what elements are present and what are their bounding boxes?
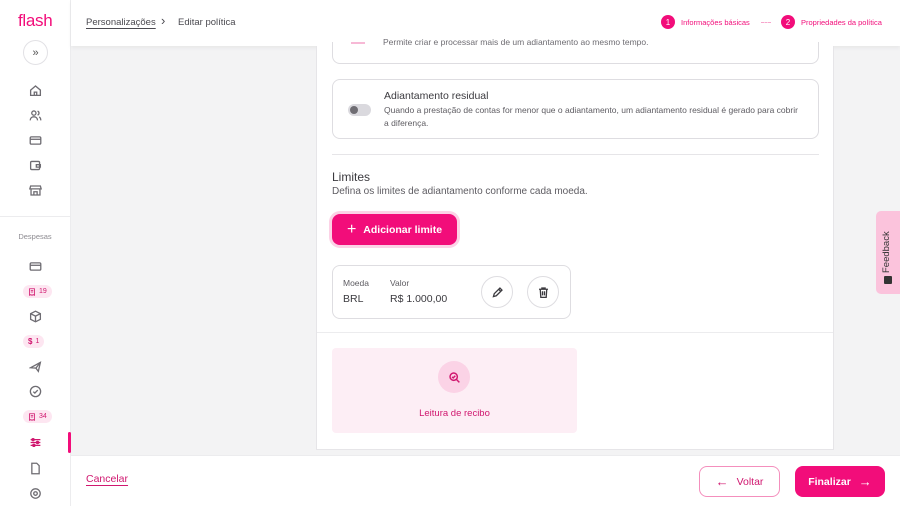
receipt-reading-label: Leitura de recibo (419, 408, 490, 419)
step-2-label: Propriedades da política (801, 17, 882, 27)
finish-button[interactable]: Finalizar → (795, 466, 885, 497)
feedback-tab[interactable]: Feedback (876, 211, 900, 294)
expenses-count: 19 (39, 288, 47, 295)
residual-advance-title: Adiantamento residual (384, 90, 489, 102)
step-1[interactable]: 1 Informações básicas (661, 15, 750, 29)
multiple-advances-option: Permite criar e processar mais de um adi… (332, 37, 819, 64)
back-button[interactable]: ← Voltar (699, 466, 780, 497)
receipt-reading-card[interactable]: Leitura de recibo (332, 348, 577, 433)
add-limit-label: Adicionar limite (363, 223, 443, 236)
step-2-number: 2 (781, 15, 795, 29)
sidebar-divider (0, 216, 70, 217)
reports-badge[interactable]: 34 (23, 410, 52, 423)
chevron-right-icon: › (161, 13, 166, 28)
pencil-icon (491, 286, 503, 298)
breadcrumb-current: Editar política (178, 17, 236, 28)
sidebar-section-label: Despesas (18, 232, 52, 241)
residual-advance-toggle[interactable] (348, 104, 371, 116)
card-icon[interactable] (29, 260, 42, 273)
toggle-partial[interactable] (351, 42, 365, 44)
value-label: Valor (390, 278, 410, 288)
policy-properties-card: Permite criar e processar mais de um adi… (316, 37, 834, 450)
feedback-icon (884, 276, 892, 284)
advances-badge[interactable]: $ 1 (23, 335, 45, 348)
step-1-label: Informações básicas (681, 17, 750, 27)
store-icon[interactable] (29, 184, 42, 197)
limit-item: Moeda BRL Valor R$ 1.000,00 (332, 265, 571, 319)
plus-icon: + (346, 220, 357, 238)
section-divider (332, 154, 819, 155)
flash-logo[interactable]: flash (18, 11, 53, 31)
finish-label: Finalizar (808, 475, 851, 488)
expenses-badge[interactable]: 19 (23, 285, 52, 298)
cancel-link[interactable]: Cancelar (86, 473, 128, 485)
residual-advance-option: Adiantamento residual Quando a prestação… (332, 79, 819, 139)
edit-limit-button[interactable] (481, 276, 513, 308)
add-limit-button[interactable]: + Adicionar limite (332, 214, 457, 245)
currency-value: BRL (343, 293, 364, 305)
plane-icon[interactable] (29, 360, 42, 373)
sliders-icon[interactable] (29, 436, 42, 449)
back-label: Voltar (736, 475, 764, 488)
credit-card-icon[interactable] (29, 134, 42, 147)
arrow-left-icon: ← (715, 474, 729, 489)
sidebar: flash » Despesas 19 $ 1 34 (0, 0, 71, 506)
trash-icon (538, 286, 548, 298)
reports-count: 34 (39, 413, 47, 420)
limits-subtitle: Defina os limites de adiantamento confor… (332, 186, 588, 197)
arrow-right-icon: → (858, 474, 872, 489)
receipt-icon (29, 412, 35, 421)
limit-value: R$ 1.000,00 (390, 293, 448, 305)
step-1-number: 1 (661, 15, 675, 29)
advances-count: 1 (35, 338, 40, 345)
currency-label: Moeda (343, 278, 369, 288)
document-icon[interactable] (29, 462, 42, 475)
box-icon[interactable] (29, 310, 42, 323)
step-connector (761, 22, 771, 23)
limits-title: Limites (332, 170, 371, 184)
receipt-scan-icon (438, 361, 470, 393)
multiple-advances-description: Permite criar e processar mais de um adi… (383, 37, 649, 47)
receipt-icon (29, 287, 35, 296)
active-nav-indicator (68, 432, 71, 453)
toggle-knob (350, 106, 358, 114)
delete-limit-button[interactable] (527, 276, 559, 308)
check-circle-icon[interactable] (29, 385, 42, 398)
home-icon[interactable] (29, 84, 42, 97)
expand-sidebar-button[interactable]: » (23, 40, 48, 65)
users-icon[interactable] (29, 109, 42, 122)
step-2[interactable]: 2 Propriedades da política (781, 15, 882, 29)
residual-advance-description: Quando a prestação de contas for menor q… (384, 105, 798, 128)
wallet-icon[interactable] (29, 159, 42, 172)
feedback-label: Feedback (881, 231, 892, 273)
dollar-icon: $ (28, 337, 33, 346)
settings-icon[interactable] (29, 487, 42, 500)
section-divider (317, 332, 833, 333)
footer-bar: Cancelar ← Voltar Finalizar → (71, 455, 900, 506)
breadcrumb-link-personalizacoes[interactable]: Personalizações (86, 17, 156, 28)
